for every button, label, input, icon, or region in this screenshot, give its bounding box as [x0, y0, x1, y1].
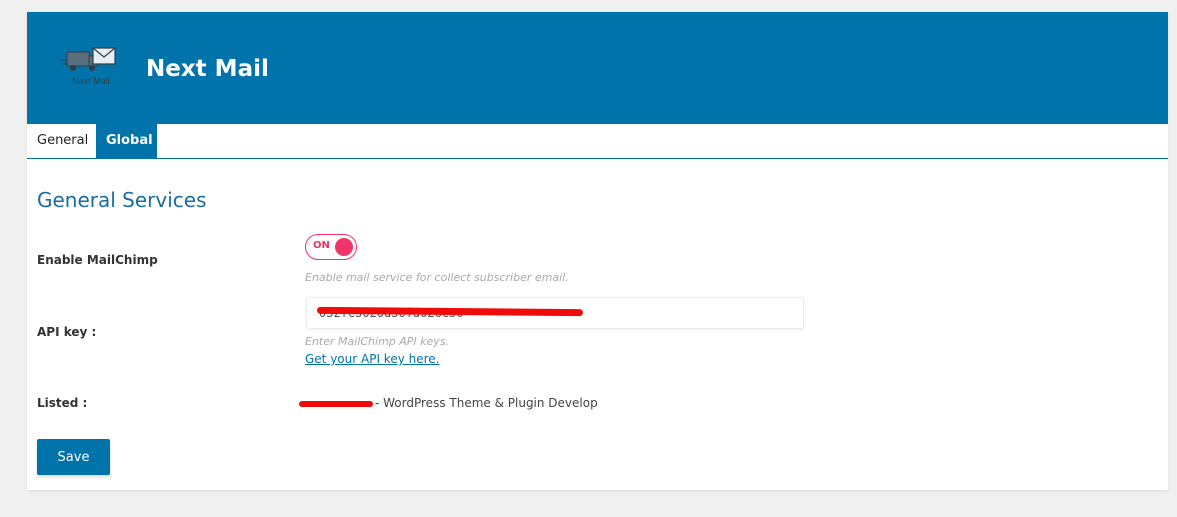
tab-global[interactable]: Global [96, 124, 157, 158]
truck-envelope-icon [61, 47, 116, 71]
listed-redaction-mark [299, 401, 373, 407]
api-key-label: API key : [37, 325, 97, 339]
mailchimp-hint: Enable mail service for collect subscrib… [305, 271, 569, 284]
app-title: Next Mail [146, 56, 269, 82]
enable-mailchimp-label: Enable MailChimp [37, 253, 158, 267]
app-logo: Next Mail [61, 42, 121, 90]
mailchimp-toggle[interactable]: ON [305, 234, 357, 260]
settings-panel: Next Mail Next Mail General Global Gener… [27, 12, 1168, 490]
get-api-key-link[interactable]: Get your API key here. [305, 352, 439, 366]
toggle-text: ON [313, 240, 330, 251]
toggle-knob [335, 238, 353, 256]
section-title: General Services [37, 188, 207, 212]
logo-text: Next Mail [72, 76, 110, 86]
tab-general[interactable]: General [27, 124, 96, 158]
listed-label: Listed : [37, 396, 88, 410]
header-banner: Next Mail Next Mail [27, 12, 1168, 124]
listed-value: - WordPress Theme & Plugin Develop [375, 396, 598, 410]
tab-bar: General Global [27, 124, 1168, 159]
api-key-hint: Enter MailChimp API keys. [305, 335, 450, 348]
save-button[interactable]: Save [37, 439, 110, 475]
